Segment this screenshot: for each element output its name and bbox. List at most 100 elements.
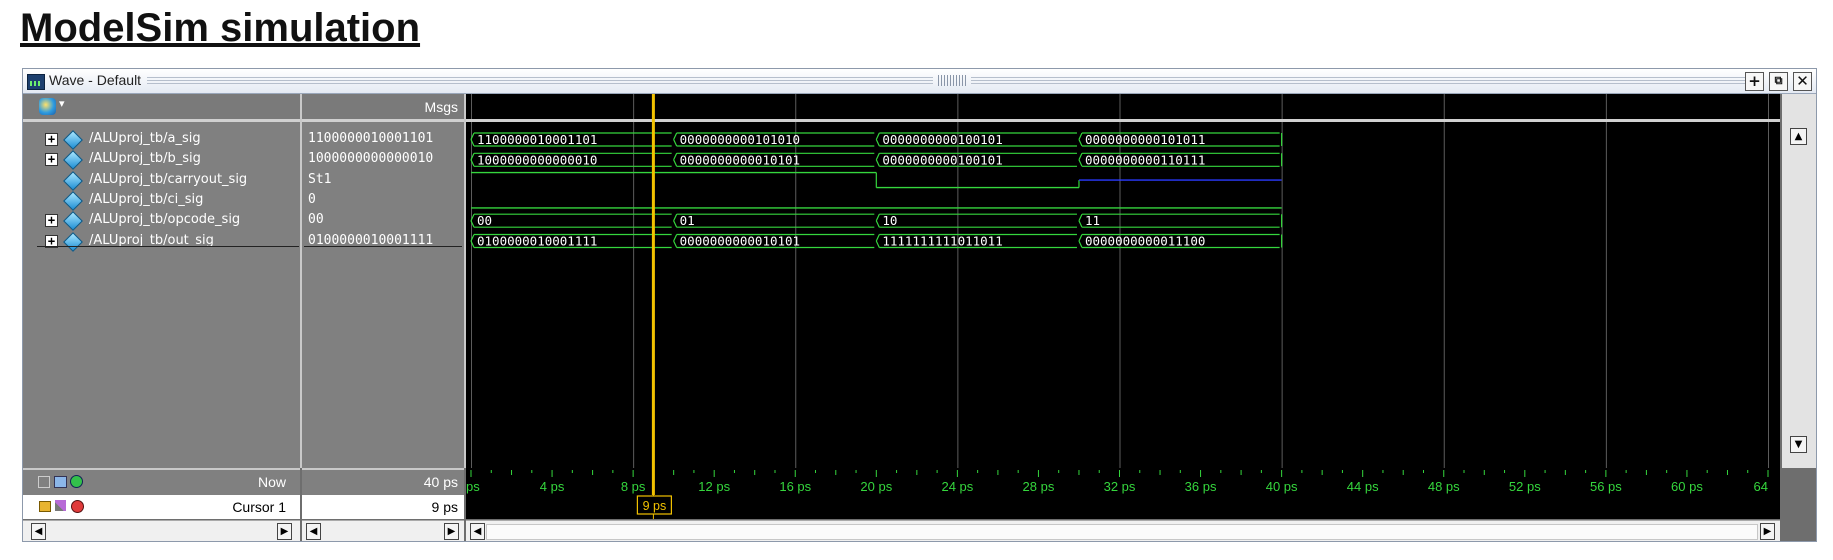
value-pane-header: Msgs [302, 94, 464, 122]
header-separator [466, 119, 1780, 122]
value-hscrollbar[interactable]: ◀ ▶ [302, 520, 464, 541]
cursor-value-cell[interactable]: 9 ps [302, 495, 464, 519]
bus-value-label: 0000000000011100 [1085, 234, 1205, 249]
signal-value: 0 [308, 191, 316, 207]
undock-icon[interactable]: ⧉ [1769, 72, 1788, 91]
lock-icon[interactable] [39, 501, 51, 512]
cursor-label: Cursor 1 [232, 499, 286, 515]
signal-name: /ALUproj_tb/carryout_sig [89, 171, 248, 187]
cursor-value: 9 ps [431, 499, 458, 515]
close-icon[interactable]: ✕ [1793, 72, 1812, 91]
ruler-label: 32 ps [1104, 479, 1136, 494]
folder-icon[interactable] [54, 476, 67, 488]
row-separator [304, 245, 462, 247]
time-ruler-svg: ps 4 ps 8 ps 12 ps 16 ps 20 ps 24 ps 28 ps 32 ps… [466, 468, 1769, 495]
signal-name: /ALUproj_tb/ci_sig [89, 191, 204, 207]
signal-row[interactable]: +/ALUproj_tb/out_sig [23, 230, 300, 254]
name-hscrollbar[interactable]: ◀ ▶ [23, 520, 300, 541]
bus-value-label: 1000000000000010 [477, 152, 597, 167]
vertical-scrollbar[interactable]: ▲ ▼ [1782, 94, 1816, 468]
bus-segment [1078, 213, 1283, 228]
ruler-label: 28 ps [1023, 479, 1055, 494]
ruler-label: 20 ps [860, 479, 892, 494]
waveform-area[interactable]: 1100000010001101 0000000000101010 00000000… [466, 94, 1780, 468]
drag-handle[interactable] [938, 75, 966, 86]
scroll-thumb[interactable] [486, 524, 1758, 540]
signal-icon [63, 190, 83, 211]
bus-segment [673, 213, 875, 228]
wave-title-bar[interactable]: Wave - Default + ⧉ ✕ [23, 69, 1816, 94]
wave-window: Wave - Default + ⧉ ✕ ▾ + /ALUproj_tb/a_si… [22, 68, 1817, 542]
time-ruler: ps 4 ps 8 ps 12 ps 16 ps 20 ps 24 ps 28 ps 32 ps… [466, 468, 1780, 495]
ruler-label: 4 ps [540, 479, 565, 494]
wave-hscrollbar[interactable]: ◀ ▶ [466, 520, 1780, 541]
delete-icon[interactable] [71, 500, 84, 513]
signal-icon [63, 211, 83, 232]
row-separator [37, 245, 299, 247]
ruler-label: 24 ps [941, 479, 973, 494]
signal-name: /ALUproj_tb/opcode_sig [89, 212, 241, 228]
cursor-row-label: Cursor 1 [23, 495, 300, 519]
now-value-cell: 40 ps [302, 468, 464, 495]
now-label: Now [257, 474, 286, 490]
signal-value-pane: Msgs 1100000010001101 1000000000000010 St1… [302, 94, 466, 468]
maximize-icon[interactable]: + [1745, 72, 1764, 91]
title-grip-right [971, 77, 1763, 84]
zoom-icon[interactable] [38, 476, 50, 488]
bus-value-label: 0000000000100101 [882, 132, 1002, 147]
expand-icon[interactable]: + [45, 133, 58, 146]
expand-icon[interactable]: + [45, 214, 58, 228]
page-title: ModelSim simulation [20, 6, 421, 50]
ruler-label: 12 ps [698, 479, 730, 494]
ruler-label: 36 ps [1185, 479, 1217, 494]
expand-icon[interactable]: + [45, 153, 58, 167]
ruler-label: 8 ps [621, 479, 646, 494]
bus-value-label: 0000000000101010 [680, 132, 800, 147]
ruler-label: 64 [1754, 479, 1768, 494]
bus-value-label: 0000000000101011 [1085, 132, 1205, 147]
signal-value: 1000000000000010 [308, 151, 434, 167]
title-grip-left [147, 77, 933, 84]
scroll-right-button[interactable]: ▶ [1760, 523, 1775, 540]
scroll-right-button[interactable]: ▶ [444, 523, 459, 540]
bus-value-label: 0000000000010101 [680, 234, 800, 249]
bus-value-label: 1100000010001101 [477, 132, 597, 147]
now-value: 40 ps [423, 474, 458, 490]
ruler-label: 16 ps [779, 479, 811, 494]
scroll-right-button[interactable]: ▶ [277, 523, 292, 540]
ruler-label: 40 ps [1266, 479, 1298, 494]
window-title: Wave - Default [49, 72, 142, 88]
signal-icon [63, 150, 83, 171]
add-icon[interactable] [70, 475, 83, 488]
signal-name: /ALUproj_tb/b_sig [89, 151, 201, 167]
signal-value-row[interactable]: 0100000010001111 [302, 230, 464, 254]
bus-value-label: 0000000000100101 [882, 152, 1002, 167]
signal-icon[interactable] [39, 98, 56, 115]
now-row-label: Now [23, 468, 300, 495]
signal-icon [63, 130, 83, 150]
name-pane-header: ▾ [23, 94, 300, 122]
scroll-left-button[interactable]: ◀ [306, 523, 321, 540]
bus-value-label: 1111111111011011 [882, 234, 1002, 249]
chevron-down-icon[interactable]: ▾ [59, 97, 65, 110]
cursor-track[interactable]: 9 ps [466, 495, 1780, 519]
edit-icon[interactable] [55, 500, 66, 511]
bus-value-label: 11 [1085, 213, 1100, 228]
cursor-track-svg: 9 ps [636, 495, 672, 519]
scroll-up-button[interactable]: ▲ [1790, 128, 1807, 145]
bus-value-label: 01 [680, 213, 695, 228]
signal-name-pane: ▾ + /ALUproj_tb/a_sig + /ALUproj_tb/b_sig/A… [23, 94, 302, 468]
scroll-left-button[interactable]: ◀ [31, 523, 46, 540]
waveform-svg: 1100000010001101 0000000000101010 00000000… [466, 94, 1780, 468]
signal-value: 00 [308, 212, 324, 228]
bus-value-label: 10 [882, 213, 897, 228]
ruler-label: 56 ps [1590, 479, 1622, 494]
ruler-label: 48 ps [1428, 479, 1460, 494]
signal-icon [63, 170, 83, 191]
cursor-flag-label: 9 ps [643, 499, 667, 513]
bus-segment [470, 213, 672, 228]
scroll-down-button[interactable]: ▼ [1790, 436, 1807, 453]
signal-name: /ALUproj_tb/a_sig [89, 131, 201, 146]
scroll-left-button[interactable]: ◀ [470, 523, 485, 540]
bus-value-label: 0000000000110111 [1085, 152, 1205, 167]
